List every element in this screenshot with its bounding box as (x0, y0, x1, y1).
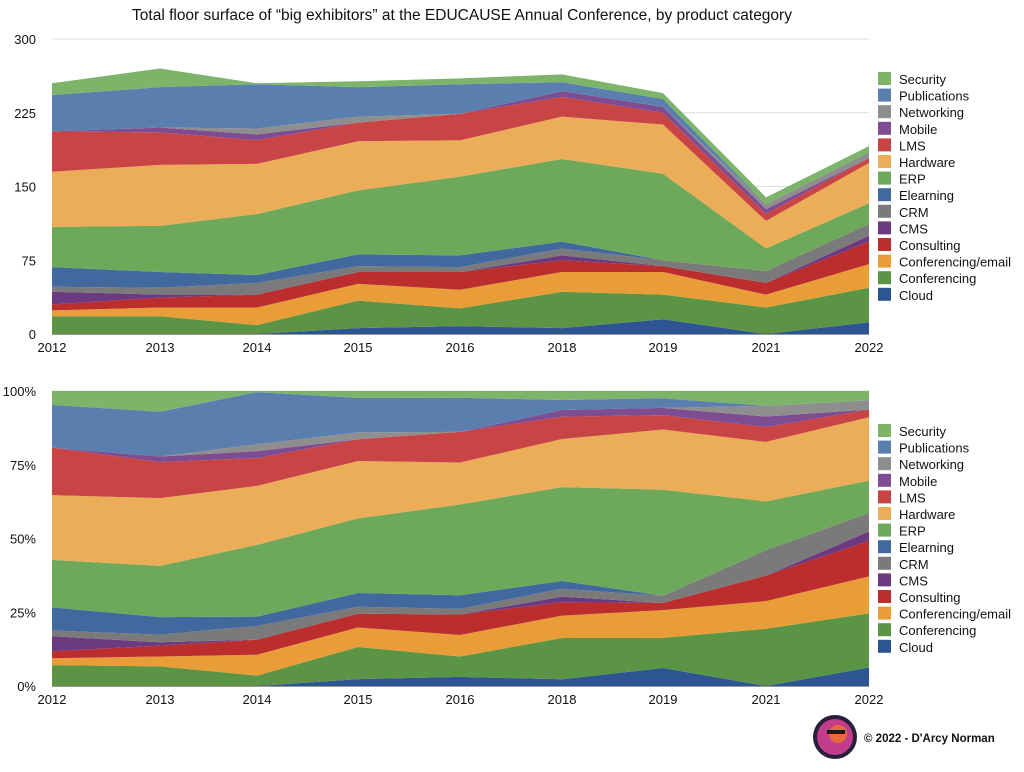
y-tick-label: 75% (10, 458, 36, 473)
legend-swatch (878, 204, 891, 218)
x-tick-label: 2018 (548, 692, 577, 707)
x-tick-label: 2019 (649, 692, 678, 707)
legend-label: Publications (899, 89, 970, 104)
chart-root: Total floor surface of “big exhibitors” … (3, 7, 1011, 759)
x-tick-label: 2012 (38, 340, 67, 355)
legend-swatch (878, 440, 891, 454)
legend-swatch (878, 287, 891, 301)
legend-label: LMS (899, 138, 926, 153)
copyright-text: © 2022 - D'Arcy Norman (864, 733, 995, 745)
legend-label: Hardware (899, 507, 955, 522)
percent-area-chart: 0% 25% 50% 75% 100% 2012 2013 2014 2015 2016 2018 2… (3, 384, 1011, 707)
legend-label: Networking (899, 457, 964, 472)
x-tick-label: 2015 (344, 340, 373, 355)
legend-swatch (878, 556, 891, 570)
legend-label: CMS (899, 221, 928, 236)
x-tick-label: 2016 (446, 692, 475, 707)
legend-swatch (878, 188, 891, 202)
legend-swatch (878, 606, 891, 620)
legend-swatch (878, 88, 891, 102)
y-tick-label: 150 (14, 180, 36, 195)
legend-label: Conferencing (899, 623, 976, 638)
author-avatar (813, 715, 857, 759)
x-tick-label: 2013 (146, 340, 175, 355)
legend-label: CRM (899, 557, 929, 572)
legend-swatch (878, 457, 891, 471)
legend-swatch (878, 105, 891, 119)
x-tick-label: 2018 (548, 340, 577, 355)
x-tick-label: 2021 (752, 692, 781, 707)
legend-label: Elearning (899, 540, 954, 555)
legend-label: LMS (899, 490, 926, 505)
x-tick-label: 2013 (146, 692, 175, 707)
y-tick-label: 0 (29, 327, 36, 342)
x-tick-label: 2015 (344, 692, 373, 707)
legend-swatch (878, 523, 891, 537)
x-tick-label: 2016 (446, 340, 475, 355)
legend-label: Security (899, 72, 946, 87)
x-tick-label: 2021 (752, 340, 781, 355)
x-tick-label: 2014 (243, 340, 272, 355)
chart-title: Total floor surface of “big exhibitors” … (132, 7, 792, 24)
legend-swatch (878, 238, 891, 251)
legend-label: Networking (899, 105, 964, 120)
legend-swatch (878, 271, 891, 285)
y-tick-label: 25% (10, 605, 36, 620)
legend-label: Mobile (899, 122, 937, 137)
legend-swatch (878, 171, 891, 185)
y-tick-label: 75 (22, 253, 36, 268)
legend-label: Conferencing (899, 271, 976, 286)
legend-label: Mobile (899, 474, 937, 489)
x-tick-label: 2019 (649, 340, 678, 355)
legend-swatch (878, 623, 891, 637)
legend-swatch (878, 254, 891, 268)
x-tick-label: 2022 (855, 340, 884, 355)
legend-label: CMS (899, 573, 928, 588)
legend-swatch (878, 490, 891, 504)
legend-label: Consulting (899, 590, 960, 605)
legend-label: ERP (899, 172, 926, 187)
legend-label: Hardware (899, 155, 955, 170)
legend-swatch (878, 639, 891, 653)
legend-label: Publications (899, 441, 970, 456)
legend-label: Cloud (899, 288, 933, 303)
legend-label: Elearning (899, 188, 954, 203)
legend-swatch (878, 473, 891, 487)
legend-label: CRM (899, 205, 929, 220)
y-tick-label: 300 (14, 32, 36, 47)
y-tick-label: 0% (17, 679, 36, 694)
legend-label: Conferencing/email (899, 607, 1011, 622)
y-tick-label: 50% (10, 532, 36, 547)
absolute-area-chart: 0 75 150 225 300 2012 2013 2014 2015 2016 2018 2019… (14, 32, 1011, 355)
legend-swatch (878, 590, 891, 603)
legend-swatch (878, 540, 891, 554)
legend-label: Consulting (899, 238, 960, 253)
legend-swatch (878, 72, 891, 85)
legend-swatch (878, 573, 891, 587)
x-tick-label: 2014 (243, 692, 272, 707)
y-tick-label: 225 (14, 106, 36, 121)
legend-swatch (878, 221, 891, 235)
legend-swatch (878, 507, 891, 520)
x-tick-label: 2022 (855, 692, 884, 707)
legend-label: Cloud (899, 640, 933, 655)
legend-label: Conferencing/email (899, 255, 1011, 270)
legend-swatch (878, 424, 891, 437)
legend-label: Security (899, 424, 946, 439)
x-tick-label: 2012 (38, 692, 67, 707)
legend-swatch (878, 138, 891, 152)
legend-swatch (878, 121, 891, 135)
legend-swatch (878, 155, 891, 168)
legend-label: ERP (899, 524, 926, 539)
y-tick-label: 100% (3, 384, 37, 399)
